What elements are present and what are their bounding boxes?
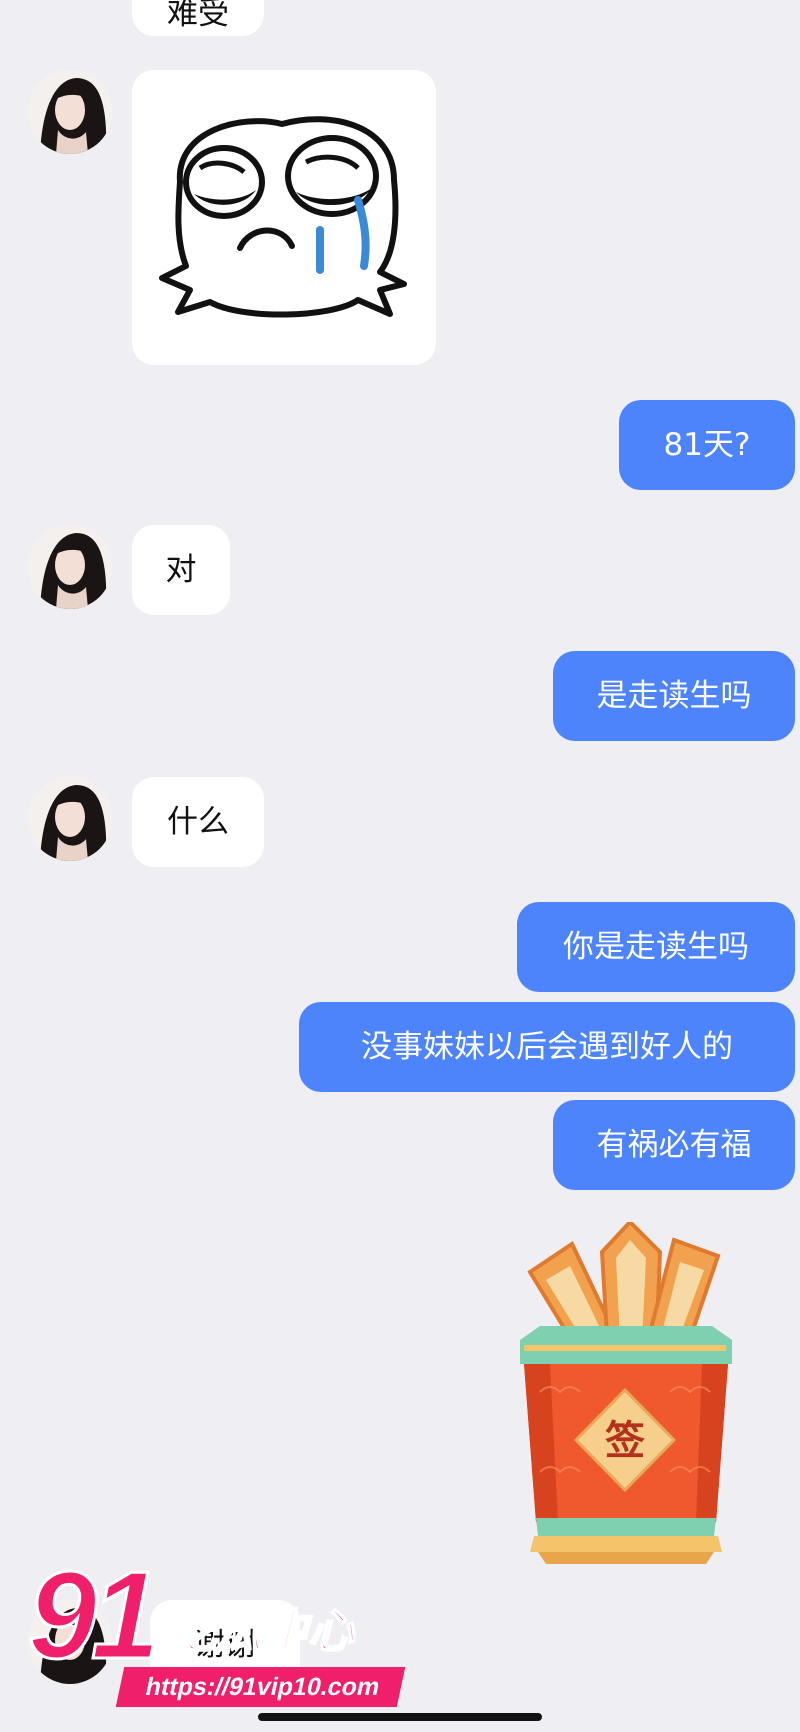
incoming-message-bubble[interactable]: 难受 bbox=[132, 0, 264, 36]
avatar-image bbox=[28, 777, 112, 861]
watermark-number: 91 bbox=[27, 1547, 162, 1685]
fortune-sticks-icon: 签 bbox=[520, 1219, 732, 1564]
outgoing-message-bubble[interactable]: 你是走读生吗 bbox=[517, 902, 795, 992]
message-text: 你是走读生吗 bbox=[563, 928, 749, 965]
incoming-message-bubble[interactable]: 什么 bbox=[132, 777, 264, 867]
message-text: 是走读生吗 bbox=[596, 677, 752, 714]
avatar-image bbox=[28, 70, 112, 154]
crying-face-sticker[interactable] bbox=[132, 70, 436, 365]
avatar-image bbox=[28, 525, 112, 609]
site-watermark: 91 吃瓜中心 https://91vip10.com bbox=[20, 1553, 420, 1720]
watermark-url: https://91vip10.com bbox=[115, 1667, 406, 1707]
fortune-tube-sticker[interactable]: 签 bbox=[510, 1219, 740, 1568]
contact-avatar[interactable] bbox=[28, 777, 112, 861]
outgoing-message-bubble[interactable]: 81天? bbox=[619, 400, 795, 490]
message-text: 有祸必有福 bbox=[596, 1126, 752, 1163]
incoming-message-bubble[interactable]: 对 bbox=[132, 525, 230, 615]
outgoing-message-bubble[interactable]: 没事妹妹以后会遇到好人的 bbox=[299, 1002, 795, 1092]
message-text: 81天? bbox=[663, 426, 751, 463]
outgoing-message-bubble[interactable]: 有祸必有福 bbox=[553, 1100, 795, 1190]
message-text: 难受 bbox=[167, 0, 229, 32]
crying-face-icon bbox=[132, 70, 436, 365]
message-text: 对 bbox=[165, 551, 197, 588]
contact-avatar[interactable] bbox=[28, 525, 112, 609]
fortune-label: 签 bbox=[605, 1418, 645, 1464]
contact-avatar[interactable] bbox=[28, 70, 112, 154]
message-text: 什么 bbox=[167, 803, 229, 840]
outgoing-message-bubble[interactable]: 是走读生吗 bbox=[553, 651, 795, 741]
message-text: 没事妹妹以后会遇到好人的 bbox=[361, 1028, 733, 1065]
home-indicator[interactable] bbox=[258, 1713, 542, 1721]
watermark-title: 吃瓜中心 bbox=[169, 1604, 355, 1658]
